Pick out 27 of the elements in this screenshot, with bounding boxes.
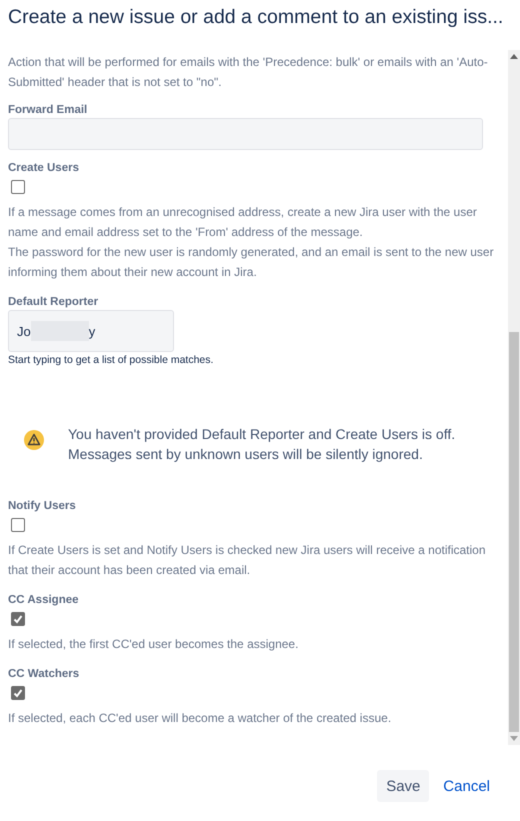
checkbox[interactable] — [11, 180, 25, 194]
help-text: If selected, the first CC'ed user becomes the assignee. — [8, 636, 300, 653]
warning-icon — [24, 430, 44, 450]
field-label: Create Users — [8, 161, 80, 176]
field-label: Notify Users — [8, 499, 77, 514]
save-button[interactable]: Save — [377, 770, 430, 802]
hint-text: Start typing to get a list of possible matches. — [8, 354, 214, 366]
field-label: Forward Email — [8, 103, 88, 118]
scrollbar[interactable] — [508, 50, 520, 745]
help-text: If Create Users is set and Notify Users is checked new Jira users will receive a notification that their account has been created via email. — [8, 542, 487, 579]
field-label: Default Reporter — [8, 295, 100, 310]
user-picker-field[interactable]: Jo y — [8, 310, 174, 352]
scrollbar-thumb[interactable] — [509, 332, 519, 732]
warning-message: You haven't provided Default Reporter and Create Users is off. Messages sent by unknown users will be silently ignored. — [68, 425, 456, 464]
checkbox[interactable] — [11, 518, 25, 532]
help-text: If selected, each CC'ed user will become a watcher of the created issue. — [8, 710, 392, 727]
field-label: CC Assignee — [8, 593, 80, 608]
scroll-up-icon[interactable] — [510, 54, 518, 59]
cancel-link[interactable]: Cancel — [443, 770, 490, 802]
help-text: If a message comes from an unrecognised address, create a new Jira user with the user name and email address set to the 'From' address of the message. — [8, 204, 478, 241]
dialog-title: Create a new issue or add a comment to an existing iss... — [7, 5, 504, 30]
checkbox[interactable] — [11, 612, 25, 626]
help-text: The password for the new user is randomly generated, and an email is sent to the new user informing them about their new account in Jira. — [8, 244, 495, 281]
input-field[interactable] — [8, 118, 483, 150]
help-text: Action that will be performed for emails with the 'Precedence: bulk' or emails with an 'Auto-Submitted' header that is not set to "no". — [8, 54, 489, 91]
field-label: CC Watchers — [8, 667, 80, 682]
checkbox[interactable] — [11, 686, 25, 700]
